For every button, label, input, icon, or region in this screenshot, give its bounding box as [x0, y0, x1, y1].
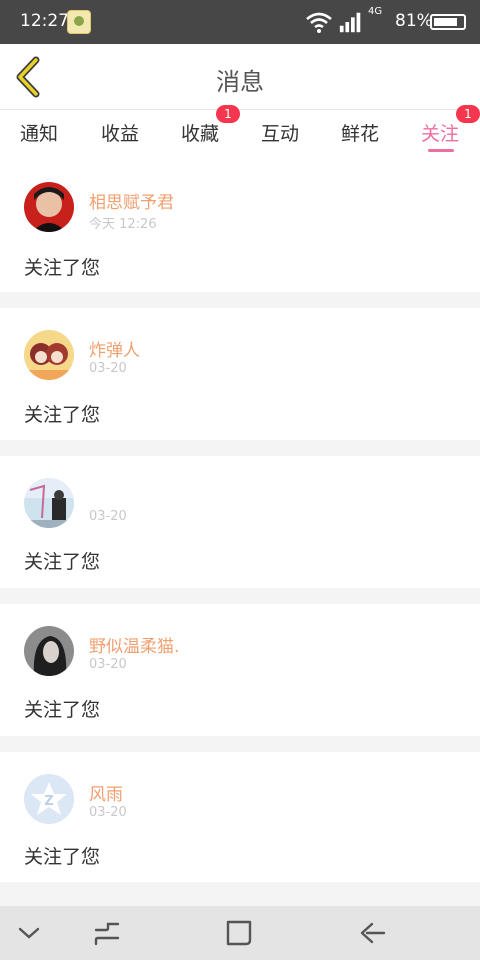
back-arrow-icon[interactable] [356, 916, 390, 950]
battery-icon [430, 14, 466, 30]
avatar[interactable] [24, 626, 74, 676]
timestamp: 03-20 [89, 509, 127, 524]
list-item[interactable]: 炸弹人 03-20 关注了您 [0, 308, 480, 440]
divider [0, 292, 480, 308]
action-text: 关注了您 [24, 846, 101, 868]
avatar[interactable] [24, 330, 74, 380]
user-name[interactable]: 风雨 [89, 780, 123, 805]
home-icon[interactable] [222, 916, 256, 950]
list-item[interactable]: 03-20 关注了您 [0, 456, 480, 588]
avatar[interactable] [24, 478, 74, 528]
system-nav-bar [0, 906, 480, 960]
signal-icon [339, 12, 361, 33]
timestamp: 03-20 [89, 657, 127, 672]
avatar[interactable]: Z [24, 774, 74, 824]
recent-apps-icon[interactable] [90, 916, 124, 950]
action-text: 关注了您 [24, 551, 101, 573]
tab-notifications[interactable]: 通知 [20, 119, 58, 146]
status-bar: 12:27 4G 81% [0, 0, 480, 44]
divider [0, 882, 480, 906]
header: 消息 [0, 44, 480, 110]
svg-text:Z: Z [44, 794, 53, 809]
default-avatar-icon: Z [24, 774, 74, 824]
timestamp: 03-20 [89, 805, 127, 820]
user-name[interactable]: 炸弹人 [89, 336, 140, 361]
chevron-down-icon[interactable] [12, 916, 46, 950]
list-item[interactable]: Z 风雨 03-20 关注了您 [0, 752, 480, 882]
divider [0, 736, 480, 752]
favorites-badge: 1 [216, 105, 240, 123]
action-text: 关注了您 [24, 404, 101, 426]
action-text: 关注了您 [24, 699, 101, 721]
tab-earnings[interactable]: 收益 [101, 119, 139, 146]
status-time: 12:27 [20, 11, 69, 31]
timestamp: 03-20 [89, 361, 127, 376]
tab-favorites[interactable]: 收藏 [181, 119, 219, 146]
network-type-label: 4G [368, 6, 383, 17]
divider [0, 588, 480, 604]
tab-bar: 通知 收益 收藏 1 互动 鲜花 关注 1 [0, 105, 480, 158]
app-notification-icon [67, 10, 91, 34]
avatar[interactable] [24, 182, 74, 232]
timestamp: 今天 12:26 [89, 217, 157, 232]
tab-flowers[interactable]: 鲜花 [341, 119, 379, 146]
tab-interactions[interactable]: 互动 [261, 119, 299, 146]
list-item[interactable]: 野似温柔猫. 03-20 关注了您 [0, 604, 480, 736]
action-text: 关注了您 [24, 257, 101, 279]
user-name[interactable]: 相思赋予君 [89, 188, 174, 213]
page-title: 消息 [216, 68, 264, 96]
user-name[interactable]: 野似温柔猫. [89, 632, 179, 657]
active-tab-indicator [428, 149, 454, 152]
following-badge: 1 [456, 105, 480, 123]
wifi-icon [306, 12, 332, 33]
divider [0, 440, 480, 456]
battery-percentage: 81% [395, 11, 433, 31]
tab-following[interactable]: 关注 [421, 119, 459, 146]
list-item[interactable]: 相思赋予君 今天 12:26 关注了您 [0, 160, 480, 292]
